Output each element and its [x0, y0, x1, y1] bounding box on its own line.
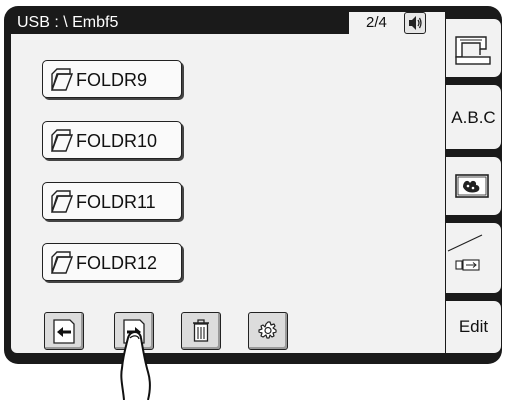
folder-label: FOLDR10 — [76, 131, 158, 151]
folder-label: FOLDR11 — [76, 192, 156, 212]
folder-icon — [50, 68, 73, 91]
tab-abc[interactable]: A.B.C — [446, 84, 502, 150]
folder-button[interactable]: FOLDR10 — [42, 121, 182, 159]
page-back-icon — [53, 319, 75, 344]
folder-icon — [50, 190, 73, 213]
folder-icon — [50, 129, 73, 152]
embroidery-pattern-icon — [455, 174, 489, 198]
settings-icon — [258, 321, 277, 339]
sewing-machine-icon — [455, 36, 491, 65]
folder-icon — [50, 251, 73, 274]
folder-button[interactable]: FOLDR12 — [42, 243, 182, 281]
page-indicator: 2/4 — [366, 14, 387, 31]
usb-icon — [447, 234, 483, 271]
settings-button[interactable] — [248, 312, 288, 350]
trash-icon — [193, 319, 209, 342]
tab-embroidery[interactable] — [446, 156, 502, 216]
tab-usb[interactable] — [446, 222, 502, 294]
speaker-icon — [409, 16, 422, 30]
folder-button[interactable]: FOLDR11 — [42, 182, 182, 220]
folder-label: FOLDR9 — [76, 70, 148, 90]
tab-edit[interactable]: Edit — [446, 300, 502, 354]
folder-button[interactable]: FOLDR9 — [42, 60, 182, 98]
folder-label: FOLDR12 — [76, 253, 158, 273]
path-title: USB : \ Embf5 — [11, 12, 349, 34]
delete-button[interactable] — [181, 312, 221, 350]
tab-abc-label: A.B.C — [451, 108, 496, 127]
tab-machine[interactable] — [446, 18, 502, 78]
tab-edit-label: Edit — [458, 317, 489, 336]
pointing-hand-icon — [120, 331, 151, 400]
sound-button[interactable] — [404, 12, 426, 34]
previous-page-button[interactable] — [44, 312, 84, 350]
